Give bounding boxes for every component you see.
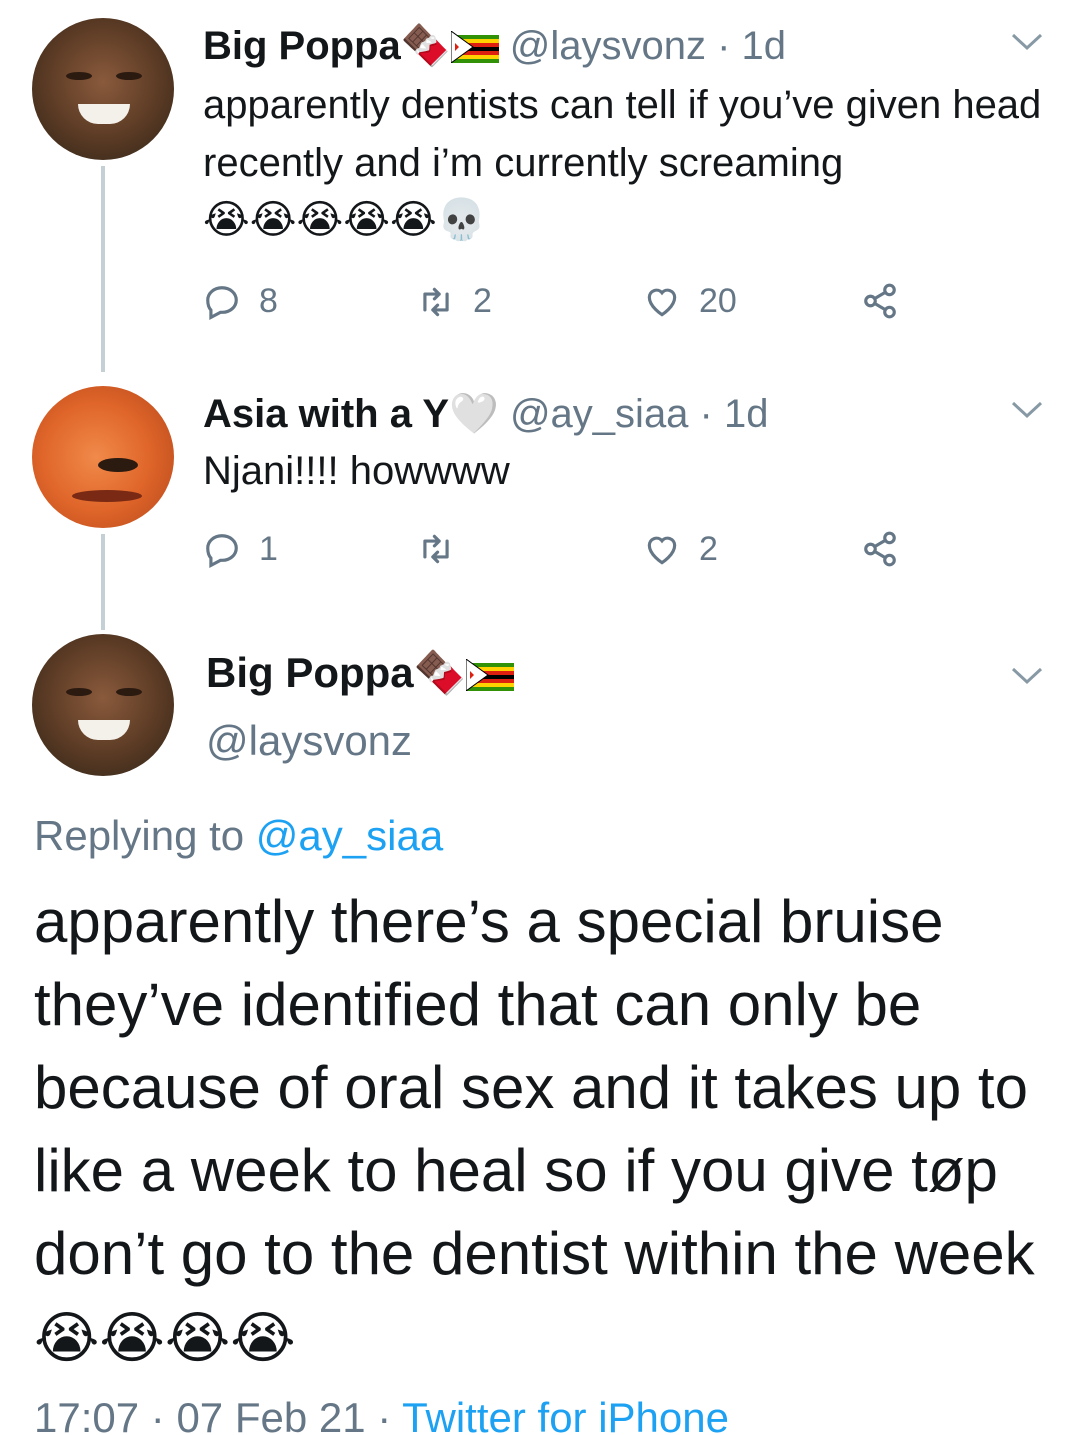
tweet-time[interactable]: 17:07: [34, 1394, 139, 1435]
tweet-actions: 8 2 20: [203, 282, 923, 326]
replying-prefix: Replying to: [34, 812, 256, 859]
separator: ·: [705, 24, 742, 68]
avatar[interactable]: [32, 634, 174, 776]
zimbabwe-flag-icon: [465, 659, 514, 691]
replying-to: Replying to @ay_siaa: [34, 815, 443, 857]
chevron-down-icon[interactable]: [1010, 400, 1044, 420]
tweet-header: Big Poppa🍫 @laysvonz · 1d: [203, 26, 786, 66]
retweet-button[interactable]: [417, 530, 473, 568]
heart-icon: [647, 536, 677, 565]
like-count: 2: [699, 530, 718, 568]
reply-button[interactable]: 8: [203, 282, 278, 321]
tweet-emojis: 😭😭😭😭😭💀: [203, 200, 487, 240]
retweet-button[interactable]: 2: [417, 282, 492, 321]
reply-icon: [206, 533, 238, 568]
share-icon: [864, 283, 896, 319]
main-tweet-text: apparently there’s a special bruise they…: [34, 888, 1035, 1287]
timestamp[interactable]: 1d: [724, 392, 769, 436]
reply-icon: [206, 285, 238, 320]
display-name[interactable]: Big Poppa: [203, 24, 401, 68]
heart-icon: [647, 288, 677, 317]
white-heart-emoji: 🤍: [449, 391, 499, 437]
tweet-text: apparently dentists can tell if you’ve g…: [203, 83, 1042, 185]
thread-line: [101, 534, 105, 630]
chevron-down-icon[interactable]: [1010, 32, 1044, 52]
retweet-icon: [423, 287, 449, 316]
share-button[interactable]: [861, 282, 917, 320]
reply-button[interactable]: 1: [203, 530, 278, 569]
separator: ·: [365, 1394, 403, 1435]
main-tweet-text-block: apparently there’s a special bruise they…: [34, 880, 1064, 1380]
crying-emojis: 😭😭😭😭: [34, 1306, 296, 1371]
tweet-text: Njani!!!! howwww: [203, 449, 510, 493]
crying-emojis: 😭😭😭😭😭💀: [203, 197, 487, 243]
main-display-name-row: Big Poppa🍫: [206, 652, 514, 694]
like-button[interactable]: 20: [643, 282, 737, 321]
timestamp[interactable]: 1d: [742, 24, 787, 68]
retweet-count: 2: [473, 282, 492, 320]
thread-line: [101, 166, 105, 372]
separator: ·: [139, 1394, 177, 1435]
retweet-icon: [423, 534, 449, 564]
share-button[interactable]: [861, 530, 917, 568]
like-button[interactable]: 2: [643, 530, 718, 569]
avatar[interactable]: [32, 386, 174, 528]
tweet-date[interactable]: 07 Feb 21: [176, 1394, 365, 1435]
tweet-footer: 17:07 · 07 Feb 21 · Twitter for iPhone: [34, 1397, 729, 1435]
reply-count: 8: [259, 282, 278, 320]
separator: ·: [688, 392, 724, 436]
replying-to-link[interactable]: @ay_siaa: [256, 812, 443, 859]
tweet-source-link[interactable]: Twitter for iPhone: [402, 1394, 729, 1435]
reply-count: 1: [259, 530, 278, 568]
display-name[interactable]: Asia with a Y: [203, 392, 449, 436]
share-icon: [864, 531, 896, 567]
chevron-down-icon[interactable]: [1010, 666, 1044, 686]
like-count: 20: [699, 282, 737, 320]
avatar[interactable]: [32, 18, 174, 160]
chocolate-emoji: 🍫: [413, 648, 466, 697]
tweet-actions: 1 2: [203, 530, 923, 574]
username[interactable]: @laysvonz: [206, 720, 412, 762]
username[interactable]: @laysvonz: [510, 24, 706, 68]
chocolate-emoji: 🍫: [400, 23, 451, 69]
tweet-header: Asia with a Y🤍 @ay_siaa · 1d: [203, 394, 768, 434]
display-name[interactable]: Big Poppa: [206, 649, 414, 696]
zimbabwe-flag-icon: [450, 31, 499, 63]
username[interactable]: @ay_siaa: [510, 392, 688, 436]
